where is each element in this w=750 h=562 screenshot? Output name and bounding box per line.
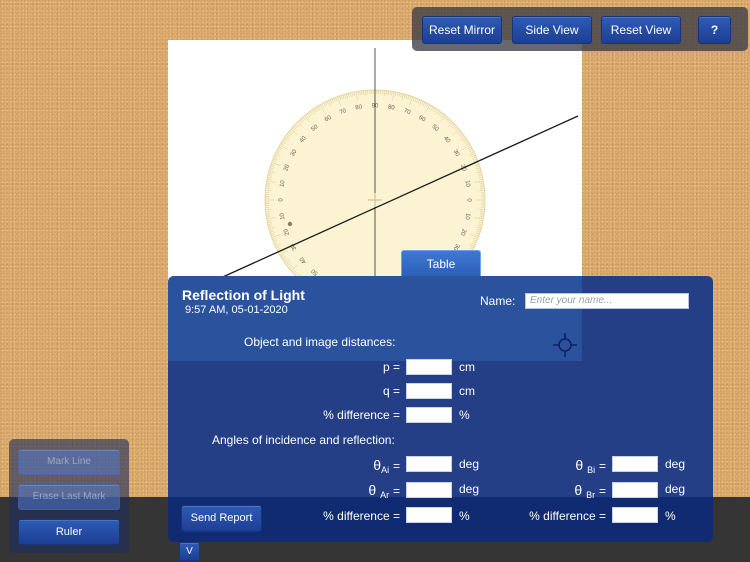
tools-panel: Mark Line Erase Last Mark Ruler bbox=[9, 439, 129, 553]
theta-symbol: θ bbox=[368, 482, 377, 498]
theta-bi-input[interactable] bbox=[612, 456, 658, 472]
marked-point[interactable] bbox=[287, 221, 293, 227]
equals-sign: = bbox=[392, 459, 400, 473]
theta-ai-input[interactable] bbox=[406, 456, 452, 472]
q-label: q = bbox=[382, 384, 400, 398]
report-timestamp: 9:57 AM, 05-01-2020 bbox=[185, 304, 288, 316]
distance-diff-input[interactable] bbox=[406, 407, 452, 423]
ruler-button[interactable]: Ruler bbox=[18, 519, 120, 545]
crosshair-icon[interactable] bbox=[553, 333, 577, 357]
report-title: Reflection of Light bbox=[182, 287, 305, 303]
reset-view-button[interactable]: Reset View bbox=[601, 16, 681, 44]
name-input[interactable]: Enter your name... bbox=[525, 293, 689, 309]
p-input[interactable] bbox=[406, 359, 452, 375]
theta-ai-unit: deg bbox=[459, 457, 480, 471]
p-unit: cm bbox=[459, 360, 475, 374]
theta-subscript: Br bbox=[586, 490, 596, 500]
theta-symbol: θ bbox=[575, 457, 584, 473]
distance-diff-unit: % bbox=[459, 408, 470, 422]
theta-subscript: Ai bbox=[381, 465, 390, 475]
theta-br-label: θ Br = bbox=[574, 482, 606, 500]
angles-heading: Angles of incidence and reflection: bbox=[212, 433, 395, 447]
report-panel: Reflection of Light 9:57 AM, 05-01-2020 … bbox=[168, 276, 713, 542]
theta-ar-label: θ Ar = bbox=[368, 482, 400, 500]
theta-br-unit: deg bbox=[665, 482, 686, 496]
angle-a-diff-unit: % bbox=[459, 509, 470, 523]
equals-sign: = bbox=[392, 484, 400, 498]
reset-mirror-button[interactable]: Reset Mirror bbox=[422, 16, 502, 44]
name-label: Name: bbox=[480, 294, 516, 308]
angle-b-diff-label: % difference = bbox=[529, 509, 606, 523]
q-input[interactable] bbox=[406, 383, 452, 399]
q-unit: cm bbox=[459, 384, 475, 398]
send-report-button[interactable]: Send Report bbox=[181, 505, 262, 532]
p-label: p = bbox=[382, 360, 400, 374]
angle-b-diff-input[interactable] bbox=[612, 507, 658, 523]
theta-subscript: Ar bbox=[380, 490, 390, 500]
distances-heading: Object and image distances: bbox=[244, 335, 396, 349]
theta-ar-unit: deg bbox=[459, 482, 480, 496]
theta-bi-label: θ Bi = bbox=[575, 457, 606, 475]
help-button[interactable]: ? bbox=[698, 16, 731, 44]
equals-sign: = bbox=[598, 484, 606, 498]
theta-symbol: θ bbox=[574, 482, 583, 498]
angle-b-diff-unit: % bbox=[665, 509, 676, 523]
side-view-button[interactable]: Side View bbox=[512, 16, 592, 44]
top-toolbar: Reset Mirror Side View Reset View ? bbox=[412, 7, 748, 51]
theta-br-input[interactable] bbox=[612, 482, 658, 498]
angle-a-diff-input[interactable] bbox=[406, 507, 452, 523]
theta-subscript: Bi bbox=[587, 465, 596, 475]
mark-line-button[interactable]: Mark Line bbox=[18, 449, 120, 475]
theta-ai-label: θAi = bbox=[373, 457, 400, 475]
theta-symbol: θ bbox=[373, 457, 382, 473]
erase-last-mark-button[interactable]: Erase Last Mark bbox=[18, 484, 120, 510]
theta-bi-unit: deg bbox=[665, 457, 686, 471]
angle-a-diff-label: % difference = bbox=[323, 509, 400, 523]
distance-diff-label: % difference = bbox=[323, 408, 400, 422]
equals-sign: = bbox=[598, 459, 606, 473]
collapse-panel-button[interactable]: V bbox=[179, 542, 200, 561]
table-tab[interactable]: Table bbox=[401, 250, 481, 277]
theta-ar-input[interactable] bbox=[406, 482, 452, 498]
